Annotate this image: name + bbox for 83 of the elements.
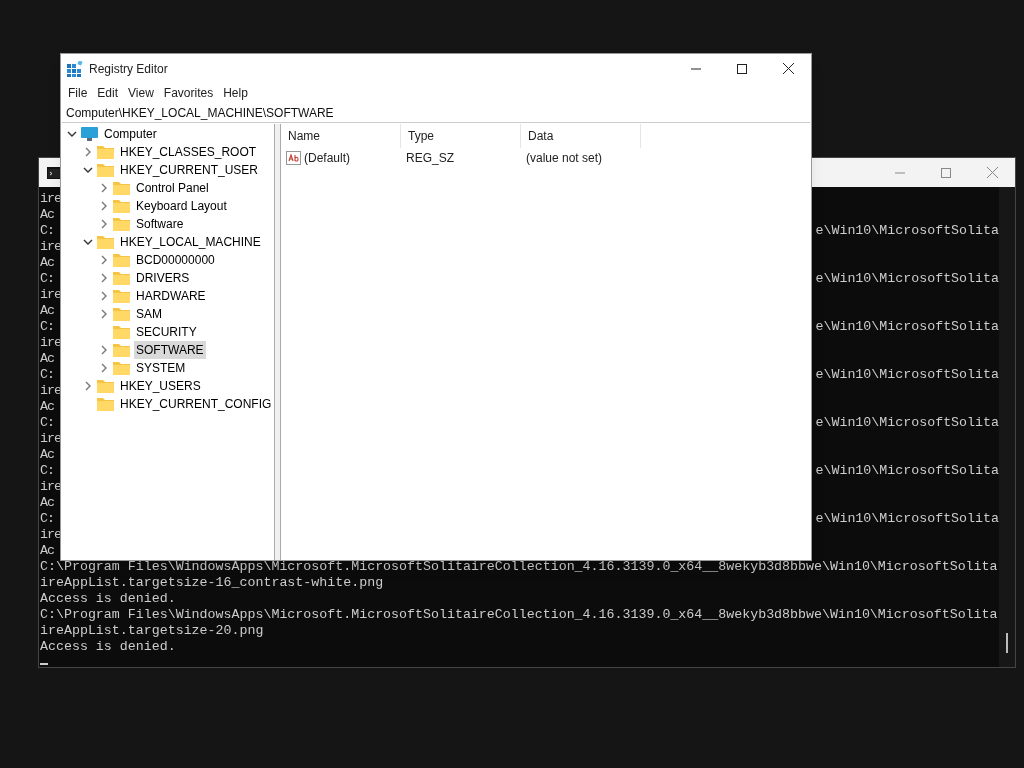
folder-icon: [113, 325, 130, 339]
tree-item[interactable]: Computer: [67, 125, 159, 143]
console-line: ireAppList.targetsize-20.png: [40, 623, 265, 639]
tree-item[interactable]: Software: [99, 215, 186, 233]
console-line: C:: [40, 319, 54, 335]
folder-icon: [113, 307, 130, 321]
console-line: Ac: [40, 255, 54, 271]
tree-item[interactable]: HARDWARE: [99, 287, 208, 305]
tree-item[interactable]: HKEY_CURRENT_CONFIG: [83, 395, 274, 413]
console-line: e\Win10\MicrosoftSolita: [815, 511, 999, 527]
folder-icon: [113, 253, 130, 267]
column-header[interactable]: Type: [401, 124, 521, 148]
column-header[interactable]: Name: [281, 124, 401, 148]
maximize-icon: [941, 167, 951, 178]
console-line: Ac: [40, 207, 54, 223]
table-cell-text: (Default): [304, 150, 350, 167]
close-icon: [782, 63, 794, 74]
console-line: e\Win10\MicrosoftSolita: [815, 415, 999, 431]
folder-icon: [113, 361, 130, 375]
folder-icon: [113, 271, 130, 285]
console-line: e\Win10\MicrosoftSolita: [815, 367, 999, 383]
console-line: C:: [40, 271, 54, 287]
window-title: Registry Editor: [89, 60, 168, 78]
tree-item[interactable]: BCD00000000: [99, 251, 217, 269]
folder-icon: [113, 343, 130, 357]
console-line: ireAppList.targetsize-16_contrast-white.png: [40, 575, 385, 591]
chevron-icon[interactable]: [83, 165, 93, 175]
tree-item[interactable]: SAM: [99, 305, 164, 323]
console-line: C:: [40, 463, 54, 479]
tree-item[interactable]: Keyboard Layout: [99, 197, 229, 215]
table-cell-text: (value not set): [526, 150, 603, 167]
chevron-icon[interactable]: [83, 237, 93, 247]
console-line: e\Win10\MicrosoftSolita: [815, 271, 999, 287]
menu-item[interactable]: Help: [218, 84, 253, 102]
folder-icon: [113, 181, 130, 195]
menu-item[interactable]: View: [123, 84, 159, 102]
console-line: C:: [40, 367, 54, 383]
address-field[interactable]: Computer\HKEY_LOCAL_MACHINE\SOFTWARE: [62, 103, 810, 123]
tree-item[interactable]: DRIVERS: [99, 269, 192, 287]
console-line: Ac: [40, 303, 54, 319]
tree-item[interactable]: HKEY_USERS: [83, 377, 203, 395]
console-line: Access is denied.: [40, 591, 177, 607]
console-line: Access is denied.: [40, 639, 177, 655]
console-line: e\Win10\MicrosoftSolita: [815, 319, 999, 335]
console-line: C:\Program Files\WindowsApps\Microsoft.MicrosoftSolitaireCollection_4.16.3139.0_x64__8wekyb3d8bbwe\Win10\MicrosoftSolita: [40, 559, 999, 575]
console-icon: [47, 166, 61, 179]
folder-icon: [97, 397, 114, 411]
close-icon: [986, 167, 998, 178]
maximize-icon: [737, 63, 747, 74]
folder-icon: [97, 235, 114, 249]
console-line: e\Win10\MicrosoftSolita: [815, 463, 999, 479]
folder-icon: [113, 289, 130, 303]
console-line: e\Win10\MicrosoftSolita: [815, 223, 999, 239]
console-line: Ac: [40, 495, 54, 511]
menu-item[interactable]: File: [63, 84, 93, 102]
console-line: C:: [40, 511, 54, 527]
folder-icon: [97, 163, 114, 177]
tree-item[interactable]: SECURITY: [99, 323, 199, 341]
tree-item[interactable]: Control Panel: [99, 179, 211, 197]
computer-icon: [81, 126, 98, 142]
console-line: C:\Program Files\WindowsApps\Microsoft.MicrosoftSolitaireCollection_4.16.3139.0_x64__8wekyb3d8bbwe\Win10\MicrosoftSolita: [40, 607, 999, 623]
console-line: Ac: [40, 447, 54, 463]
console-line: Ac: [40, 351, 54, 367]
chevron-icon[interactable]: [67, 129, 77, 139]
menu-item[interactable]: Favorites: [158, 84, 219, 102]
tree-item[interactable]: SYSTEM: [99, 359, 188, 377]
registry-icon: [67, 60, 83, 77]
string-value-icon: [286, 151, 301, 165]
column-header[interactable]: Data: [521, 124, 641, 148]
folder-icon: [97, 379, 114, 393]
tree-item[interactable]: HKEY_CURRENT_USER: [83, 161, 261, 179]
console-line: Ac: [40, 543, 54, 559]
console-line: C:: [40, 223, 54, 239]
folder-icon: [113, 199, 130, 213]
folder-icon: [113, 217, 130, 231]
text-cursor: [40, 663, 48, 665]
tree-item[interactable]: HKEY_LOCAL_MACHINE: [83, 233, 263, 251]
table-cell-text: REG_SZ: [406, 150, 454, 167]
console-line: Ac: [40, 399, 54, 415]
console-line: C:: [40, 415, 54, 431]
menu-item[interactable]: Edit: [92, 84, 124, 102]
folder-icon: [97, 145, 114, 159]
tree-item[interactable]: HKEY_CLASSES_ROOT: [83, 143, 259, 161]
